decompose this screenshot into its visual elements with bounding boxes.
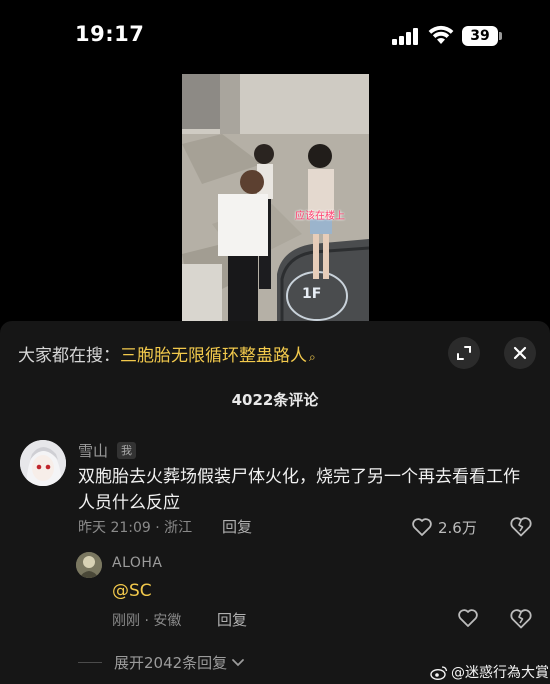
reply-avatar[interactable] (76, 552, 102, 578)
trending-search-term[interactable]: 三胞胎无限循环整蛊路人 (120, 346, 307, 366)
comment-count: 4022条评论 (231, 391, 319, 409)
like-button[interactable]: 2.6万 (412, 517, 477, 537)
avatar-image (20, 440, 66, 486)
expand-icon (457, 346, 471, 360)
divider (78, 662, 102, 663)
reply-button[interactable]: 回复 (222, 516, 252, 537)
dislike-icon[interactable] (510, 517, 532, 537)
chevron-down-icon (232, 658, 245, 666)
reply-username[interactable]: ALOHA (112, 555, 163, 571)
comment-timestamp: 昨天 21:09 · 浙江 (78, 520, 193, 536)
reply-reply-button[interactable]: 回复 (217, 609, 247, 630)
cellular-signal-icon (392, 28, 420, 45)
reply-timestamp: 刚刚 · 安徽 (112, 613, 182, 629)
weibo-logo-icon (430, 665, 448, 680)
me-badge: 我 (117, 442, 136, 459)
comment-username[interactable]: 雪山 (78, 440, 108, 461)
avatar[interactable] (20, 440, 66, 486)
watermark: @迷惑行為大賞 (430, 662, 549, 682)
expand-replies-button[interactable]: 展开2042条回复 (78, 652, 245, 673)
video-thumbnail[interactable]: 应该在楼上 1F (182, 74, 369, 324)
video-caption: 应该在楼上 (295, 211, 345, 222)
close-icon (513, 346, 527, 360)
reply-heart-icon[interactable] (458, 609, 478, 627)
comment-text[interactable]: 双胞胎去火葬场假装尸体火化，烧完了另一个再去看看工作人员什么反应 (78, 464, 530, 516)
floor-sign: 1F (302, 286, 322, 302)
watermark-text: @迷惑行為大賞 (451, 665, 549, 681)
status-bar: 19:17 39 (0, 0, 550, 70)
trending-search[interactable]: 大家都在搜：三胞胎无限循环整蛊路人 ⌕ (18, 341, 316, 366)
like-count: 2.6万 (438, 518, 477, 537)
expand-button[interactable] (448, 337, 480, 369)
reply-text[interactable]: @SC (112, 581, 152, 601)
heart-icon (412, 518, 432, 536)
search-icon: ⌕ (309, 350, 316, 364)
reply-avatar-image (76, 552, 102, 578)
battery-icon: 39 (462, 26, 502, 46)
comment-panel: 大家都在搜：三胞胎无限循环整蛊路人 ⌕ 4022条评论 雪山 我 双胞胎去火葬场假… (0, 321, 550, 684)
status-time: 19:17 (75, 22, 145, 46)
battery-level: 39 (470, 28, 490, 44)
wifi-icon (428, 25, 454, 44)
video-frame-image (182, 74, 369, 324)
trending-search-prefix: 大家都在搜： (18, 346, 120, 366)
reply-dislike-icon[interactable] (510, 609, 532, 629)
expand-replies-label: 展开2042条回复 (114, 654, 228, 672)
close-button[interactable] (504, 337, 536, 369)
